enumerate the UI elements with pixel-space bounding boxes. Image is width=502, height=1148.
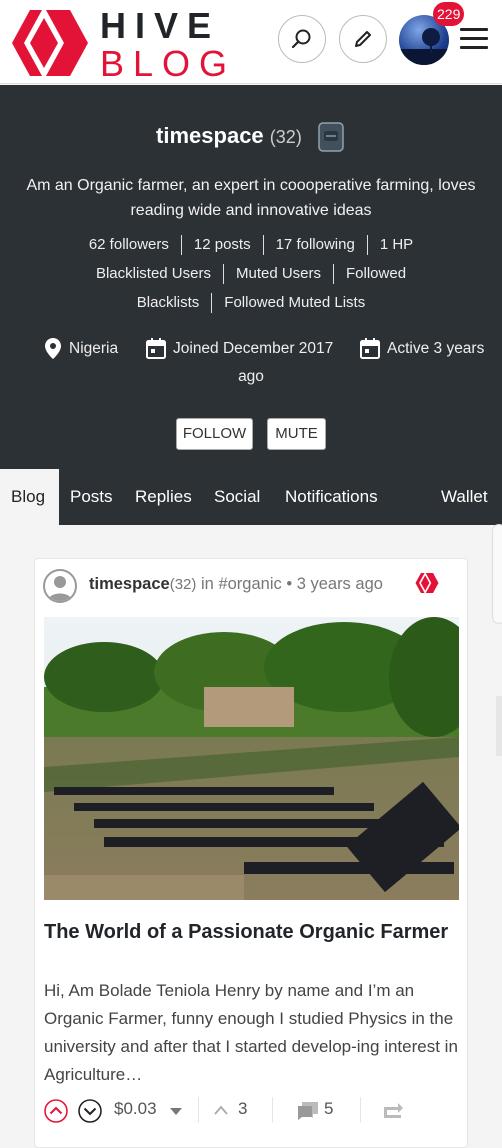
joined-text: Joined December 2017 [173,340,334,357]
muted-users-link[interactable]: Muted Users [236,265,321,282]
post-excerpt[interactable]: Hi, Am Bolade Teniola Henry by name and … [44,977,459,1089]
post-community-link[interactable]: #organic [218,575,281,593]
active-item: Active 3 years [360,335,484,363]
calendar-icon [360,338,380,359]
tab-social[interactable]: Social [203,469,271,525]
followers-link[interactable]: 62 followers [89,236,169,253]
blacklisted-users-link[interactable]: Blacklisted Users [96,265,211,282]
scroll-handle[interactable] [492,524,502,624]
search-icon [291,29,311,49]
logo-line-1: HIVE [100,5,221,46]
follow-button[interactable]: FOLLOW [176,418,253,450]
profile-stats-row: 62 followers 12 posts 17 following 1 HP [20,235,482,255]
post-author-rep: (32) [169,576,197,593]
hive-blog-wordmark[interactable]: HIVE BLOG [100,8,236,82]
following-link[interactable]: 17 following [276,236,355,253]
profile-tabs: Blog Posts Replies Social Notifications … [0,469,502,525]
profile-name: timespace [156,122,264,148]
calendar-icon [146,338,166,359]
post-timestamp[interactable]: 3 years ago [297,575,383,593]
notification-count-badge[interactable]: 229 [433,2,465,26]
tab-posts[interactable]: Posts [59,469,124,525]
post-author-link[interactable]: timespace [89,575,170,593]
payout-dropdown-icon[interactable] [170,1108,182,1116]
pencil-icon [355,31,371,47]
scrollbar-thumb[interactable] [496,696,502,756]
post-card[interactable]: timespace(32) in #organic • 3 years ago [34,558,468,1148]
profile-lists-row-2: Blacklists Followed Muted Lists [20,293,482,313]
profile-title: timespace (32) [0,121,502,153]
logo-line-2: BLOG [100,43,237,84]
followed-blacklists-link-part1[interactable]: Followed [346,265,406,282]
post-byline: timespace(32) in #organic • 3 years ago [89,575,383,594]
mute-button[interactable]: MUTE [267,418,326,450]
comments-count[interactable]: 5 [324,1099,333,1119]
post-thumbnail-image[interactable] [44,617,459,900]
hive-app-icon [415,573,439,593]
posts-count: 12 posts [193,235,251,253]
profile-reputation: (32) [269,126,302,147]
write-post-button[interactable] [339,15,387,63]
comments-icon[interactable] [296,1100,320,1122]
payout-value[interactable]: $0.03 [114,1099,157,1119]
profile-about: Am an Organic farmer, an expert in cooop… [26,177,476,219]
search-button[interactable] [278,15,326,63]
votes-chevron-icon [214,1105,228,1115]
footer-divider [272,1097,273,1123]
footer-divider [360,1097,361,1123]
location-pin-icon [45,338,61,359]
profile-lists-row-1: Blacklisted Users Muted Users Followed [20,264,482,284]
badge-emblem-icon[interactable] [316,121,346,153]
user-avatar-placeholder-icon[interactable] [43,569,77,603]
post-footer: $0.03 3 5 [44,1095,459,1125]
tab-notifications[interactable]: Notifications [274,469,389,525]
followed-blacklists-link-part2[interactable]: Blacklists [137,294,200,311]
hamburger-icon[interactable] [460,28,488,50]
top-header: HIVE BLOG 229 [0,0,502,84]
upvote-icon[interactable] [44,1099,68,1123]
hive-logo-icon[interactable] [12,10,88,76]
votes-count[interactable]: 3 [238,1099,247,1119]
tab-replies[interactable]: Replies [124,469,203,525]
downvote-icon[interactable] [78,1099,102,1123]
post-header: timespace(32) in #organic • 3 years ago [43,569,463,603]
post-dot: • [286,575,293,593]
hive-power: 1 HP [379,235,414,253]
location-item: Nigeria [44,335,118,363]
reblog-icon[interactable] [382,1102,404,1120]
footer-divider [198,1097,199,1123]
post-in-text: in [201,575,214,593]
post-title[interactable]: The World of a Passionate Organic Farmer [44,919,454,946]
tab-blog[interactable]: Blog [0,469,59,525]
profile-banner: timespace (32) Am an Organic farmer, an … [0,85,502,469]
location-text: Nigeria [69,340,119,357]
joined-item: Joined December 2017 [146,335,333,363]
followed-muted-lists-link[interactable]: Followed Muted Lists [224,294,365,311]
active-text-line2: ago [238,368,264,385]
tab-wallet[interactable]: Wallet [430,469,499,525]
